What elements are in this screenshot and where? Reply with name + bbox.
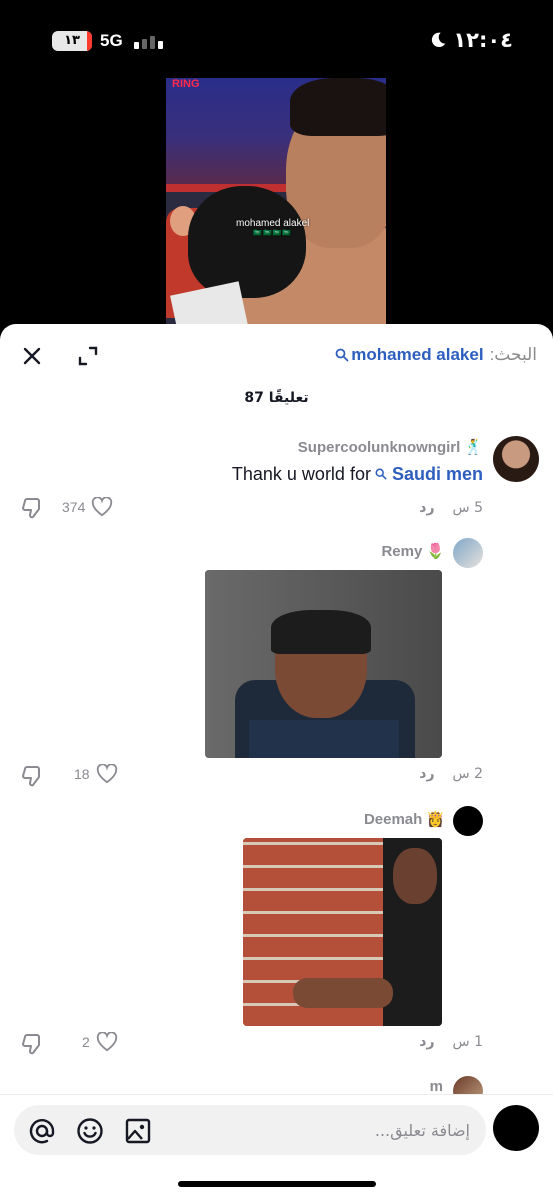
user-avatar-button[interactable] [493,1105,539,1151]
video-caption-flags: 🇸🇦🇸🇦🇸🇦🇸🇦 [253,230,293,237]
video-caption: mohamed alakel 🇸🇦🇸🇦🇸🇦🇸🇦 [236,218,309,237]
hashtag-link-text: Saudi men [391,464,483,484]
comment-input[interactable] [170,1105,470,1155]
comment-item: m [0,1074,553,1106]
comment-username[interactable]: Deemah 👸 [363,810,445,829]
comment-time: 1 س [452,1034,483,1050]
username-emoji: 👸 [426,811,445,828]
comment-meta: 1 س رد [419,1034,483,1050]
emoji-button[interactable] [76,1117,104,1145]
like-count: 18 [74,766,90,782]
comment-count: 87 تعليقًا [244,390,309,406]
reply-button[interactable]: رد [419,766,434,782]
battery-level: ١٣ [64,33,80,48]
comment-meta: 2 س رد [419,766,483,782]
comment-gif[interactable] [205,570,442,758]
video-caption-name: mohamed alakel [236,218,310,229]
avatar[interactable] [493,436,539,482]
search-term-link[interactable]: mohamed alakel [335,345,484,365]
comment-input-pill [14,1105,486,1155]
search-query[interactable]: البحث: mohamed alakel [335,342,537,368]
comment-gif[interactable] [243,838,442,1026]
avatar[interactable] [453,538,483,568]
thumbs-down-icon [22,498,40,519]
comment-username[interactable]: Supercoolunknowngirl 🕺 [297,438,483,457]
dislike-button[interactable] [20,764,44,788]
image-button[interactable] [124,1117,152,1145]
battery-indicator: ١٣ [52,31,92,51]
brand-logo: RING [172,78,200,90]
comment-input-bar [0,1094,553,1200]
username-text: Remy [381,542,423,560]
dislike-button[interactable] [20,1032,44,1056]
screen: ١٣ 5G ١٢:٠٤ RING mohamed alakel 🇸🇦🇸🇦🇸🇦🇸🇦… [0,0,553,1200]
image-icon [125,1118,151,1144]
comments-sheet: البحث: mohamed alakel 87 تعليقًا Superco… [0,324,553,1200]
like-count: 2 [82,1034,90,1050]
reply-button[interactable]: رد [419,1034,434,1050]
close-icon [23,347,41,365]
comment-time: 5 س [452,500,483,516]
comment-username[interactable]: m [430,1078,443,1095]
comment-text: Thank u world for Saudi men [232,464,483,485]
home-indicator[interactable] [178,1181,376,1187]
heart-icon [96,764,117,784]
heart-icon [96,1032,117,1052]
username-emoji: 🕺 [464,439,483,456]
sheet-header: البحث: mohamed alakel [0,324,553,384]
expand-icon [78,346,98,366]
like-button[interactable]: 374 [62,497,113,517]
status-clock: ١٢:٠٤ [429,28,513,52]
username-emoji: 🌷 [426,543,445,560]
username-text: Deemah [363,810,423,828]
like-count: 374 [62,499,86,515]
video-preview[interactable]: RING mohamed alakel 🇸🇦🇸🇦🇸🇦🇸🇦 [166,78,386,328]
search-label: البحث: [489,345,537,364]
thumbs-down-icon [22,766,40,787]
like-button[interactable]: 2 [82,1032,118,1052]
close-button[interactable] [20,344,44,368]
expand-button[interactable] [76,344,100,368]
comment-item: Deemah 👸 1 س رد 2 [0,804,553,1064]
network-type: 5G [100,31,123,50]
signal-icon [134,33,164,49]
emoji-icon [77,1118,103,1144]
avatar[interactable] [453,806,483,836]
like-button[interactable]: 18 [74,764,118,784]
comment-username[interactable]: Remy 🌷 [381,542,445,561]
status-bar: ١٣ 5G ١٢:٠٤ [0,0,553,80]
search-icon [375,468,387,480]
mention-button[interactable] [28,1117,56,1145]
moon-icon [432,32,446,48]
thumbs-down-icon [22,1034,40,1055]
comment-item: Remy 🌷 2 س رد 18 [0,536,553,796]
username-text: m [429,1078,443,1095]
clock-time: ١٢:٠٤ [453,28,513,52]
dislike-button[interactable] [20,496,44,520]
comment-meta: 5 س رد [419,500,483,516]
at-icon [29,1119,55,1144]
heart-icon [92,497,113,517]
comment-body: Thank u world for [231,464,371,484]
hashtag-link[interactable]: Saudi men [375,464,483,485]
comment-item: Supercoolunknowngirl 🕺 Thank u world for… [0,434,553,524]
comment-time: 2 س [452,766,483,782]
username-text: Supercoolunknowngirl [297,438,461,456]
search-term: mohamed alakel [351,345,484,364]
search-icon [335,348,349,362]
reply-button[interactable]: رد [419,500,434,516]
